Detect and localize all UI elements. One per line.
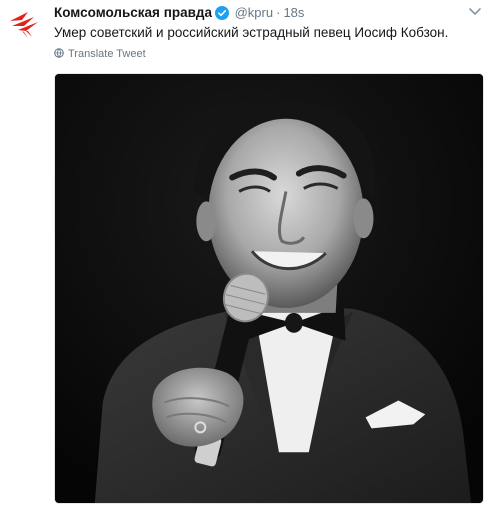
tweet[interactable]: Комсомольская правда @kpru · 18s Умер сове… xyxy=(0,0,490,510)
verified-badge-icon xyxy=(214,6,229,20)
user-handle[interactable]: @kpru xyxy=(235,5,274,20)
globe-icon xyxy=(54,48,64,58)
bird-logo-icon xyxy=(4,4,44,44)
avatar[interactable] xyxy=(4,4,44,44)
tweet-text: Умер советский и российский эстрадный пе… xyxy=(54,25,449,40)
more-options-chevron-down-icon[interactable] xyxy=(468,7,482,17)
singer-portrait-image xyxy=(55,74,483,503)
tweet-photo[interactable] xyxy=(54,73,484,504)
timestamp[interactable]: 18s xyxy=(283,5,304,20)
separator-dot: · xyxy=(276,5,281,20)
display-name[interactable]: Комсомольская правда xyxy=(54,5,212,20)
tweet-header: Комсомольская правда @kpru · 18s xyxy=(54,5,490,23)
translate-label: Translate Tweet xyxy=(68,48,146,60)
translate-tweet-link[interactable]: Translate Tweet xyxy=(54,48,146,64)
